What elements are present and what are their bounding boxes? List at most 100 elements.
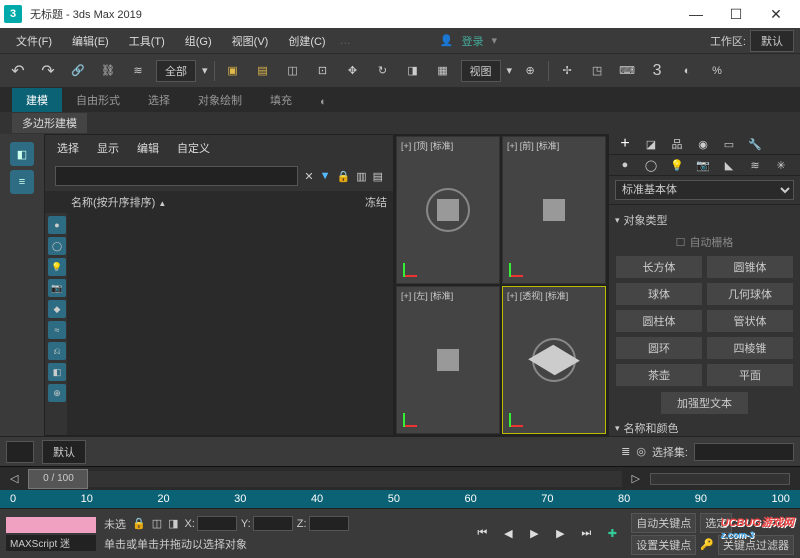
- selection-filter[interactable]: 全部: [156, 60, 196, 82]
- link-button[interactable]: 🔗: [66, 59, 90, 83]
- menu-group[interactable]: 组(G): [175, 33, 222, 49]
- explorer-search-input[interactable]: [55, 166, 298, 186]
- time-slider-thumb[interactable]: 0 / 100: [28, 469, 88, 489]
- minimize-button[interactable]: —: [676, 0, 716, 28]
- close-button[interactable]: ✕: [756, 0, 796, 28]
- filter-icon[interactable]: ▼: [320, 170, 331, 182]
- view-mode2-icon[interactable]: ▤: [373, 170, 383, 183]
- primitive-cylinder[interactable]: 圆柱体: [615, 309, 703, 333]
- filter-camera-icon[interactable]: 📷: [48, 279, 66, 297]
- redo-button[interactable]: ↷: [36, 59, 60, 83]
- angle-snap-button[interactable]: ◐: [675, 59, 699, 83]
- motion-tab-icon[interactable]: ◉: [693, 134, 713, 154]
- pivot-button[interactable]: ⊕: [518, 59, 542, 83]
- tab-selection[interactable]: 选择: [134, 88, 184, 112]
- menu-file[interactable]: 文件(F): [6, 33, 62, 49]
- primitive-teapot[interactable]: 茶壶: [615, 363, 703, 387]
- explorer-menu-display[interactable]: 显示: [97, 140, 119, 156]
- login-link[interactable]: 登录: [453, 33, 491, 49]
- tab-modeling[interactable]: 建模: [12, 88, 62, 112]
- rect-select-button[interactable]: ◫: [281, 59, 305, 83]
- name-color-header[interactable]: 名称和颜色: [615, 417, 794, 439]
- viewport-left[interactable]: [+] [左] [标准]: [396, 286, 500, 434]
- filter-light-icon[interactable]: 💡: [48, 258, 66, 276]
- maximize-button[interactable]: ☐: [716, 0, 756, 28]
- modify-tab-icon[interactable]: ◪: [641, 134, 661, 154]
- viewport-top[interactable]: [+] [顶] [标准]: [396, 136, 500, 284]
- workspace-value[interactable]: 默认: [750, 30, 794, 52]
- move-tool-button[interactable]: ✢: [555, 59, 579, 83]
- filter-geom-icon[interactable]: ●: [48, 216, 66, 234]
- select-rotate-button[interactable]: ↻: [371, 59, 395, 83]
- keyboard-button[interactable]: ⌨: [615, 59, 639, 83]
- filter-shape-icon[interactable]: ◯: [48, 237, 66, 255]
- clear-search-icon[interactable]: ✕: [304, 170, 313, 183]
- menu-create[interactable]: 创建(C): [278, 33, 335, 49]
- manipulate-button[interactable]: ◳: [585, 59, 609, 83]
- track-scrollbar[interactable]: [650, 473, 790, 485]
- viewport-front[interactable]: [+] [前] [标准]: [502, 136, 606, 284]
- ref-coord-system[interactable]: 视图: [461, 60, 501, 82]
- create-tab-icon[interactable]: +: [615, 134, 635, 154]
- scene-explorer-toggle[interactable]: ◧: [10, 142, 34, 166]
- hierarchy-tab-icon[interactable]: 品: [667, 134, 687, 154]
- selection-set-input[interactable]: [694, 443, 794, 461]
- lock-selection-icon[interactable]: 🔒: [132, 517, 146, 530]
- menu-edit[interactable]: 编辑(E): [62, 33, 119, 49]
- primitive-pyramid[interactable]: 四棱锥: [706, 336, 794, 360]
- selection-bracket-icon[interactable]: ◨: [168, 517, 178, 530]
- coord-dropdown-icon[interactable]: ▾: [507, 64, 513, 77]
- add-key-icon[interactable]: ✚: [601, 523, 623, 545]
- layer-explorer-toggle[interactable]: ≡: [10, 170, 34, 194]
- viewport-front-label[interactable]: [+] [前] [标准]: [507, 139, 559, 152]
- undo-button[interactable]: ↶: [6, 59, 30, 83]
- window-cross-button[interactable]: ⊡: [311, 59, 335, 83]
- select-scale-button[interactable]: ◨: [401, 59, 425, 83]
- menu-ellipsis[interactable]: …: [336, 35, 355, 47]
- filter-xref-icon[interactable]: ⊕: [48, 384, 66, 402]
- polygon-modeling-panel[interactable]: 多边形建模: [12, 113, 87, 133]
- filter-group-icon[interactable]: ◧: [48, 363, 66, 381]
- viewport-layout-button[interactable]: [6, 441, 34, 463]
- filter-space-icon[interactable]: ≈: [48, 321, 66, 339]
- menu-tools[interactable]: 工具(T): [119, 33, 175, 49]
- menu-views[interactable]: 视图(V): [222, 33, 279, 49]
- prev-frame-icon[interactable]: ◀: [497, 523, 519, 545]
- next-frame-icon[interactable]: ▶: [549, 523, 571, 545]
- snap-toggle-button[interactable]: 3: [645, 59, 669, 83]
- play-button-icon[interactable]: ▶: [523, 523, 545, 545]
- login-dropdown-icon[interactable]: ▾: [491, 34, 497, 47]
- percent-snap-button[interactable]: %: [705, 59, 729, 83]
- viewport-persp-label[interactable]: [+] [透视] [标准]: [507, 289, 568, 302]
- primitive-box[interactable]: 长方体: [615, 255, 703, 279]
- utilities-tab-icon[interactable]: 🔧: [745, 134, 765, 154]
- goto-end-icon[interactable]: ⏭: [575, 523, 597, 545]
- primitive-sphere[interactable]: 球体: [615, 282, 703, 306]
- workspace-selector[interactable]: 工作区: 默认: [710, 30, 794, 52]
- tab-fill[interactable]: 填充: [256, 88, 306, 112]
- x-input[interactable]: [197, 516, 237, 531]
- lights-icon[interactable]: 💡: [667, 155, 687, 175]
- viewport-perspective[interactable]: [+] [透视] [标准]: [502, 286, 606, 434]
- explorer-menu-custom[interactable]: 自定义: [177, 140, 210, 156]
- helpers-icon[interactable]: ◣: [719, 155, 739, 175]
- isolate-toggle-icon[interactable]: ◫: [152, 517, 162, 530]
- z-input[interactable]: [309, 516, 349, 531]
- spacewarps-icon[interactable]: ≋: [745, 155, 765, 175]
- primitive-cone[interactable]: 圆锥体: [706, 255, 794, 279]
- display-tab-icon[interactable]: ▭: [719, 134, 739, 154]
- viewport-top-label[interactable]: [+] [顶] [标准]: [401, 139, 453, 152]
- unlink-button[interactable]: ⛓: [96, 59, 120, 83]
- lock-icon[interactable]: 🔒: [336, 170, 350, 183]
- time-prev-icon[interactable]: ◁: [10, 472, 18, 485]
- object-type-header[interactable]: 对象类型: [615, 209, 794, 231]
- placement-button[interactable]: ▦: [431, 59, 455, 83]
- goto-start-icon[interactable]: ⏮: [471, 523, 493, 545]
- key-mode-icon[interactable]: 🔑: [700, 538, 714, 551]
- autokey-button[interactable]: 自动关键点: [631, 513, 696, 533]
- time-next-icon[interactable]: ▷: [632, 472, 640, 485]
- primitive-text[interactable]: 加强型文本: [660, 391, 750, 415]
- filter-bone-icon[interactable]: ⎌: [48, 342, 66, 360]
- select-move-button[interactable]: ✥: [341, 59, 365, 83]
- filter-dropdown-icon[interactable]: ▾: [202, 64, 208, 77]
